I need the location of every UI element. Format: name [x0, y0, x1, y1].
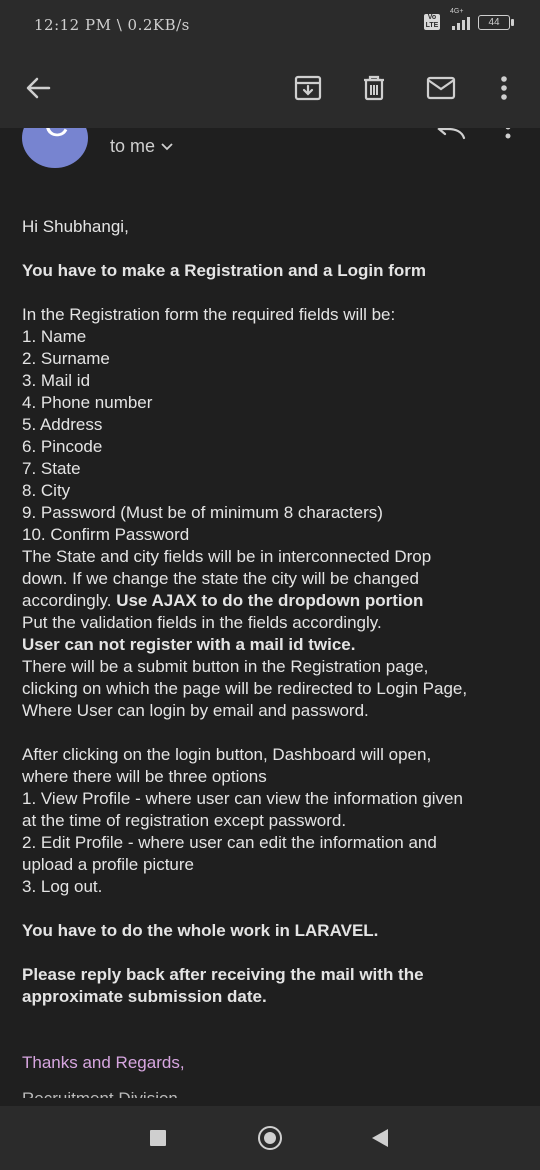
email-line: You have to make a Registration and a Lo… — [22, 261, 426, 280]
email-line: 10. Confirm Password — [22, 525, 190, 544]
trash-icon[interactable] — [354, 68, 394, 108]
email-line: 5. Address — [22, 415, 103, 434]
email-line: where there will be three options — [22, 767, 267, 786]
email-line — [22, 238, 522, 260]
chevron-down-icon — [161, 142, 173, 150]
email-line: 1. Name — [22, 327, 87, 346]
email-line: 7. State — [22, 459, 81, 478]
email-line — [22, 1008, 522, 1030]
square-icon[interactable] — [150, 1130, 166, 1146]
network-type: 4G+ — [450, 8, 464, 15]
email-line: 6. Pincode — [22, 437, 103, 456]
email-line — [22, 282, 522, 304]
email-signature: Thanks and Regards, — [22, 1053, 185, 1072]
email-line: Hi Shubhangi, — [22, 217, 129, 236]
email-line: You have to do the whole work in LARAVEL… — [22, 921, 379, 940]
email-line: In the Registration form the required fi… — [22, 305, 396, 324]
email-line — [22, 722, 522, 744]
triangle-back-icon[interactable] — [372, 1129, 388, 1147]
status-icons: Vo LTE 4G+ 44 — [424, 8, 514, 32]
email-line: 2. Edit Profile - where user can edit th… — [22, 833, 437, 852]
email-line: Put the validation fields in the fields … — [22, 613, 382, 632]
email-line: approximate submission date. — [22, 987, 267, 1006]
email-line: clicking on which the page will be redir… — [22, 679, 468, 698]
email-line: There will be a submit button in the Reg… — [22, 657, 429, 676]
recipient-toggle[interactable]: to me — [110, 136, 173, 157]
reply-icon[interactable] — [436, 128, 466, 145]
email-signature-cut: Recruitment Division — [22, 1088, 522, 1098]
email-line — [22, 942, 522, 964]
battery-icon: 44 — [478, 14, 514, 30]
more-vertical-icon[interactable] — [484, 68, 524, 108]
signal-icon: 4G+ — [446, 8, 472, 32]
email-line: 8. City — [22, 481, 71, 500]
volte-icon: Vo LTE — [424, 14, 440, 30]
email-line: 3. Mail id — [22, 371, 91, 390]
email-line: at the time of registration except passw… — [22, 811, 347, 830]
email-line — [22, 898, 522, 920]
email-line: down. If we change the state the city wi… — [22, 569, 419, 588]
email-line: After clicking on the login button, Dash… — [22, 745, 432, 764]
email-line: accordingly. Use AJAX to do the dropdown… — [22, 591, 424, 610]
email-toolbar — [0, 48, 540, 128]
email-line: Please reply back after receiving the ma… — [22, 965, 424, 984]
status-bar: 12:12 PM \ 0.2KB/s Vo LTE 4G+ 44 — [0, 0, 540, 48]
email-line — [22, 1030, 522, 1052]
circle-icon[interactable] — [258, 1126, 282, 1150]
back-arrow-icon[interactable] — [18, 68, 58, 108]
email-line: Where User can login by email and passwo… — [22, 701, 369, 720]
email-line: 9. Password (Must be of minimum 8 charac… — [22, 503, 383, 522]
mail-icon[interactable] — [421, 68, 461, 108]
email-content: C to me Hi Shubhangi, You have to make a … — [0, 128, 540, 1106]
email-line: User can not register with a mail id twi… — [22, 635, 356, 654]
message-more-icon[interactable] — [504, 128, 512, 147]
email-line: upload a profile picture — [22, 855, 195, 874]
avatar-letter: C — [44, 128, 69, 145]
email-line: 3. Log out. — [22, 877, 103, 896]
email-body: Hi Shubhangi, You have to make a Registra… — [22, 216, 522, 1098]
system-nav-bar — [0, 1106, 540, 1170]
email-line: 1. View Profile - where user can view th… — [22, 789, 463, 808]
status-time: 12:12 PM \ 0.2KB/s — [34, 16, 190, 34]
archive-icon[interactable] — [288, 68, 328, 108]
recipient-label: to me — [110, 136, 156, 156]
sender-avatar[interactable]: C — [22, 128, 88, 168]
email-line: 2. Surname — [22, 349, 110, 368]
email-line: 4. Phone number — [22, 393, 153, 412]
email-line: The State and city fields will be in int… — [22, 547, 432, 566]
